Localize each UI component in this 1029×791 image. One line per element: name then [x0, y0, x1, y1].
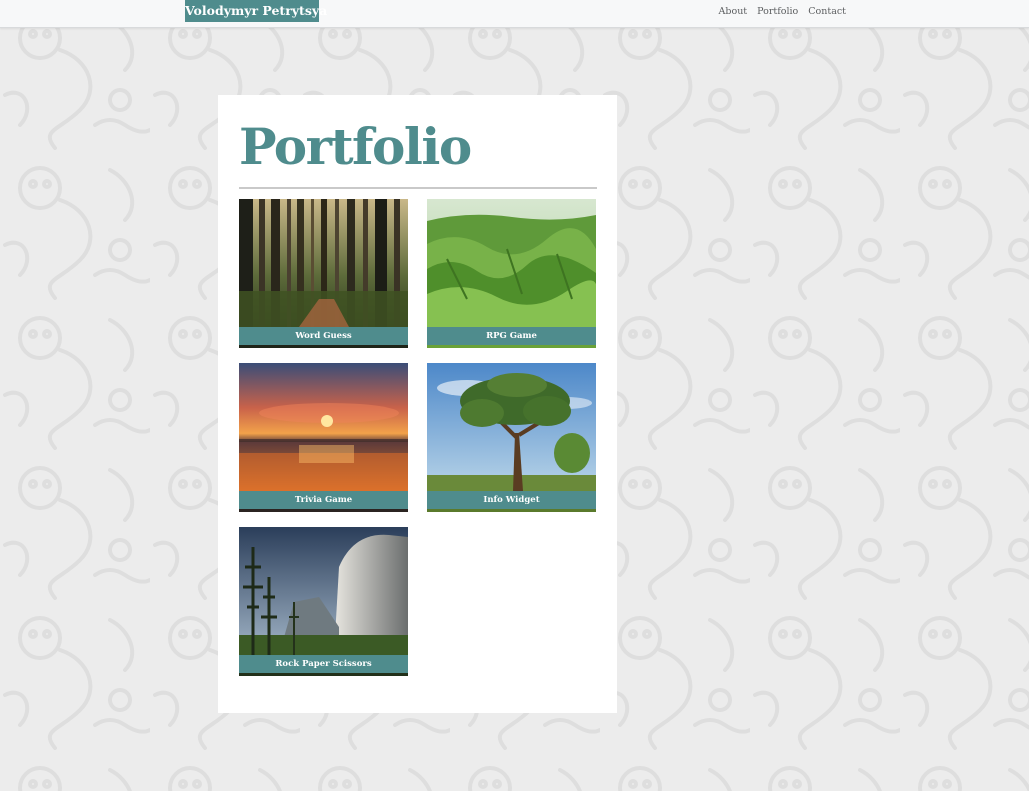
nav-link-portfolio[interactable]: Portfolio — [757, 6, 798, 17]
project-caption: RPG Game — [427, 327, 596, 345]
tile-footer-strip — [239, 673, 408, 676]
nav-link-contact[interactable]: Contact — [808, 6, 846, 17]
nav-link-about[interactable]: About — [719, 6, 748, 17]
project-caption: Word Guess — [239, 327, 408, 345]
tile-footer-strip — [239, 509, 408, 512]
project-caption: Info Widget — [427, 491, 596, 509]
project-tile-word-guess[interactable]: Word Guess — [239, 199, 408, 348]
nav-links: About Portfolio Contact — [719, 0, 846, 22]
tree-image — [427, 363, 596, 491]
project-tile-trivia-game[interactable]: Trivia Game — [239, 363, 408, 512]
project-caption: Trivia Game — [239, 491, 408, 509]
tile-footer-strip — [239, 345, 408, 348]
project-caption: Rock Paper Scissors — [239, 655, 408, 673]
tile-footer-strip — [427, 509, 596, 512]
portfolio-card: Portfolio Word Guess RPG Game Trivia Gam… — [218, 95, 617, 713]
forest-image — [239, 199, 408, 327]
green-hills-image — [427, 199, 596, 327]
project-tile-rock-paper-scissors[interactable]: Rock Paper Scissors — [239, 527, 408, 676]
project-tile-info-widget[interactable]: Info Widget — [427, 363, 596, 512]
page-title: Portfolio — [239, 117, 472, 176]
project-tile-rpg-game[interactable]: RPG Game — [427, 199, 596, 348]
title-divider — [239, 187, 597, 189]
cliff-valley-image — [239, 527, 408, 655]
brand-link[interactable]: Volodymyr Petrytsya — [185, 0, 327, 22]
top-navbar: Volodymyr Petrytsya About Portfolio Cont… — [0, 0, 1029, 28]
tile-footer-strip — [427, 345, 596, 348]
sunset-image — [239, 363, 408, 491]
